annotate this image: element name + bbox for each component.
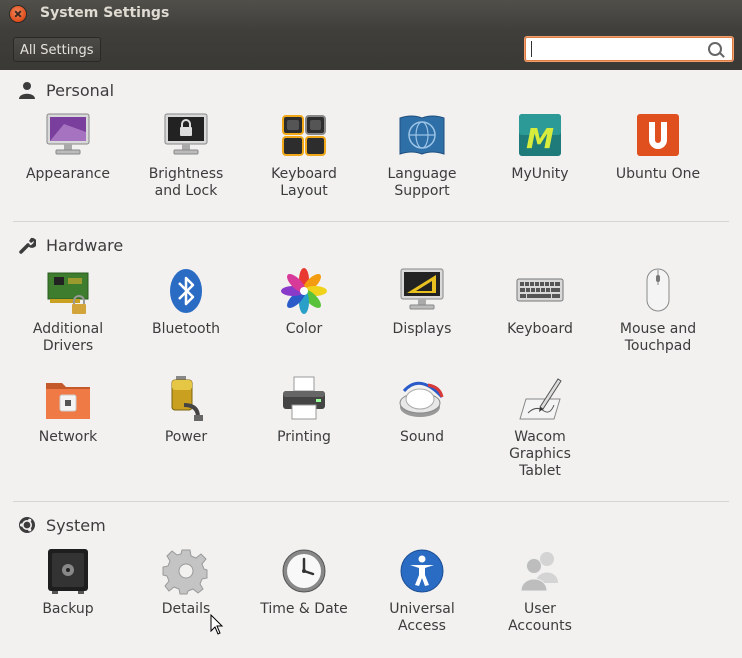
tile-language-support[interactable]: Language Support — [363, 112, 481, 200]
mouse-icon — [634, 267, 682, 315]
bluetooth-icon — [162, 267, 210, 315]
tile-details[interactable]: Details — [127, 547, 245, 618]
tile-label: Time & Date — [260, 601, 348, 617]
section-title: Hardware — [46, 235, 124, 255]
tile-time-and-date[interactable]: Time & Date — [245, 547, 363, 618]
tile-label: Power — [164, 429, 208, 445]
language-support-icon — [398, 112, 446, 160]
tile-label: Additional Drivers — [32, 321, 104, 354]
section-title: Personal — [46, 80, 115, 100]
section-title: System — [46, 515, 106, 535]
search-icon[interactable] — [708, 42, 722, 56]
search-input[interactable] — [525, 37, 733, 61]
mouse-cursor-icon — [210, 614, 224, 635]
tile-user-accounts[interactable]: User Accounts — [481, 547, 599, 635]
tile-brightness-and-lock[interactable]: Brightness and Lock — [127, 112, 245, 200]
tile-power[interactable]: Power — [127, 375, 245, 446]
tile-appearance[interactable]: Appearance — [9, 112, 127, 183]
tile-wacom-graphics-tablet[interactable]: Wacom Graphics Tablet — [481, 375, 599, 480]
tile-label: Appearance — [25, 166, 111, 182]
tile-label: Backup — [42, 601, 94, 617]
section-personal-header: Personal — [18, 79, 114, 101]
additional-drivers-icon — [44, 267, 92, 315]
tile-backup[interactable]: Backup — [9, 547, 127, 618]
tile-displays[interactable]: Displays — [363, 267, 481, 338]
tile-label: Keyboard Layout — [271, 166, 337, 199]
tile-keyboard[interactable]: Keyboard — [481, 267, 599, 338]
tile-label: Printing — [277, 429, 331, 445]
tile-label: Ubuntu One — [615, 166, 701, 182]
clock-icon — [280, 547, 328, 595]
text-caret — [531, 41, 532, 57]
tile-universal-access[interactable]: Universal Access — [363, 547, 481, 635]
tile-label: Bluetooth — [152, 321, 220, 337]
tile-myunity[interactable]: M MyUnity — [481, 112, 599, 183]
tile-label: Brightness and Lock — [148, 166, 224, 199]
all-settings-button[interactable]: All Settings — [13, 37, 101, 62]
brightness-lock-icon — [162, 112, 210, 160]
network-icon — [44, 375, 92, 423]
section-hardware-header: Hardware — [18, 234, 123, 256]
window-title: System Settings — [40, 5, 170, 21]
section-divider — [13, 221, 729, 222]
myunity-icon: M — [516, 112, 564, 160]
tile-printing[interactable]: Printing — [245, 375, 363, 446]
appearance-icon — [44, 112, 92, 160]
power-icon — [162, 375, 210, 423]
universal-access-icon — [398, 547, 446, 595]
tile-network[interactable]: Network — [9, 375, 127, 446]
svg-text:M: M — [526, 122, 554, 155]
person-icon — [19, 82, 35, 99]
tile-label: User Accounts — [508, 601, 572, 634]
wrench-icon — [19, 237, 36, 254]
tile-label: MyUnity — [511, 166, 569, 182]
tile-bluetooth[interactable]: Bluetooth — [127, 267, 245, 338]
section-divider — [13, 501, 729, 502]
title-bar: System Settings All Settings — [0, 0, 742, 70]
system-settings-window: System Settings All Settings Personal Ap… — [0, 0, 742, 658]
printer-icon — [280, 375, 328, 423]
section-system-header: System — [18, 514, 106, 536]
tile-label: Sound — [399, 429, 445, 445]
user-accounts-icon — [516, 547, 564, 595]
keyboard-icon — [516, 267, 564, 315]
close-window-button[interactable] — [10, 6, 26, 22]
ubuntu-logo-icon — [19, 517, 35, 533]
backup-icon — [44, 547, 92, 595]
tile-label: Keyboard — [507, 321, 573, 337]
tile-label: Color — [285, 321, 323, 337]
tile-label: Language Support — [387, 166, 457, 199]
sound-icon — [398, 375, 446, 423]
ubuntu-one-icon — [634, 112, 682, 160]
wacom-tablet-icon — [516, 375, 564, 423]
keyboard-layout-icon — [280, 112, 328, 160]
tile-label: Displays — [392, 321, 452, 337]
tile-label: Wacom Graphics Tablet — [509, 429, 571, 479]
tile-label: Universal Access — [389, 601, 455, 634]
tile-additional-drivers[interactable]: Additional Drivers — [9, 267, 127, 355]
tile-mouse-and-touchpad[interactable]: Mouse and Touchpad — [599, 267, 717, 355]
displays-icon — [398, 267, 446, 315]
tile-color[interactable]: Color — [245, 267, 363, 338]
details-gear-icon — [162, 547, 210, 595]
tile-sound[interactable]: Sound — [363, 375, 481, 446]
tile-keyboard-layout[interactable]: Keyboard Layout — [245, 112, 363, 200]
tile-ubuntu-one[interactable]: Ubuntu One — [599, 112, 717, 183]
tile-label: Network — [38, 429, 98, 445]
tile-label: Mouse and Touchpad — [619, 321, 697, 354]
tile-label: Details — [161, 601, 211, 617]
color-icon — [280, 267, 328, 315]
